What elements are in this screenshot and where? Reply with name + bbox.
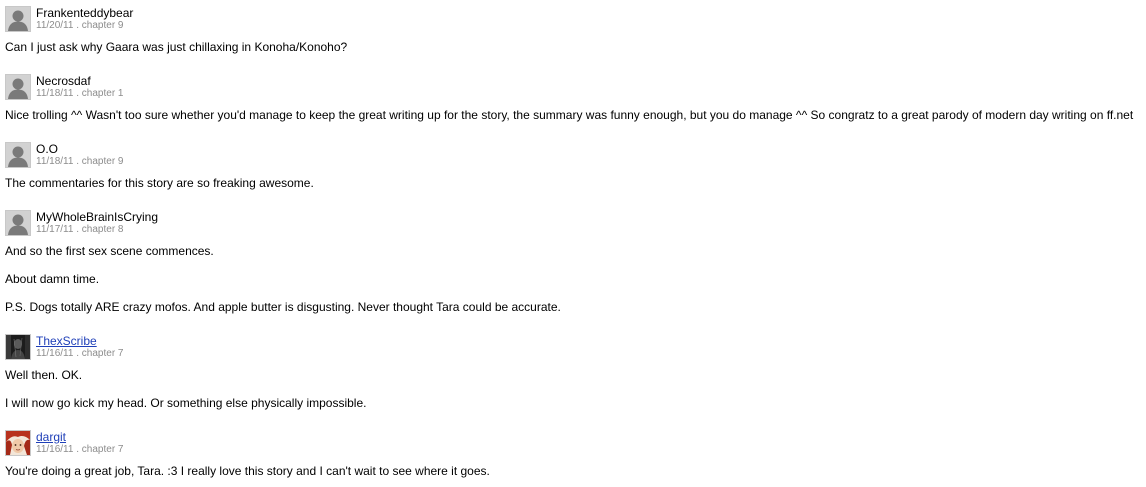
review-meta: 11/17/11 . chapter 8 xyxy=(36,224,124,236)
review-date: 11/16/11 xyxy=(36,348,74,359)
review-text: Well then. OK. xyxy=(5,368,83,382)
reviewer-link[interactable]: ThexScribe xyxy=(36,334,97,348)
review-item: MyWholeBrainIsCrying 11/17/11 . chapter … xyxy=(5,210,1141,314)
review-meta: 11/18/11 . chapter 1 xyxy=(36,88,124,100)
review-header: Frankenteddybear 11/20/11 . chapter 9 xyxy=(5,6,1141,40)
review-header: ThexScribe 11/16/11 . chapter 7 xyxy=(5,334,1141,368)
meta-separator: . xyxy=(76,20,80,31)
review-chapter: chapter 9 xyxy=(81,20,124,31)
review-header: dargit 11/16/11 . chapter 7 xyxy=(5,430,1141,464)
default-avatar-icon xyxy=(5,74,31,100)
meta-separator: . xyxy=(76,88,80,99)
meta-separator: . xyxy=(76,348,80,359)
reviewer-name: O.O xyxy=(36,142,59,156)
review-text: Can I just ask why Gaara was just chilla… xyxy=(5,40,348,54)
review-text: P.S. Dogs totally ARE crazy mofos. And a… xyxy=(5,300,561,314)
review-chapter: chapter 1 xyxy=(81,88,124,99)
review-item: Necrosdaf 11/18/11 . chapter 1 Nice trol… xyxy=(5,74,1141,122)
default-avatar-icon xyxy=(5,210,31,236)
review-chapter: chapter 7 xyxy=(81,444,124,455)
reviewer-name: Necrosdaf xyxy=(36,74,91,88)
reviewer-name: MyWholeBrainIsCrying xyxy=(36,210,159,224)
review-item: dargit 11/16/11 . chapter 7 You're doing… xyxy=(5,430,1141,478)
review-header: MyWholeBrainIsCrying 11/17/11 . chapter … xyxy=(5,210,1141,244)
review-text: You're doing a great job, Tara. :3 I rea… xyxy=(5,464,490,478)
default-avatar-icon xyxy=(5,6,31,32)
review-chapter: chapter 8 xyxy=(81,224,124,235)
review-meta: 11/18/11 . chapter 9 xyxy=(36,156,124,168)
review-meta: 11/16/11 . chapter 7 xyxy=(36,444,124,456)
default-avatar-icon xyxy=(5,142,31,168)
review-item: Frankenteddybear 11/20/11 . chapter 9 Ca… xyxy=(5,6,1141,54)
review-item: ThexScribe 11/16/11 . chapter 7 Well the… xyxy=(5,334,1141,410)
review-header: Necrosdaf 11/18/11 . chapter 1 xyxy=(5,74,1141,108)
review-date: 11/17/11 xyxy=(36,224,74,235)
review-date: 11/16/11 xyxy=(36,444,74,455)
reviewer-link[interactable]: dargit xyxy=(36,430,66,444)
reviewer-name: Frankenteddybear xyxy=(36,6,134,20)
red-hair-character-avatar-icon xyxy=(5,430,31,456)
meta-separator: . xyxy=(76,444,80,455)
review-chapter: chapter 9 xyxy=(81,156,124,167)
review-text: The commentaries for this story are so f… xyxy=(5,176,314,190)
review-date: 11/18/11 xyxy=(36,156,74,167)
review-date: 11/20/11 xyxy=(36,20,74,31)
review-text: And so the first sex scene commences. xyxy=(5,244,214,258)
review-chapter: chapter 7 xyxy=(81,348,124,359)
review-meta: 11/20/11 . chapter 9 xyxy=(36,20,124,32)
review-text: Nice trolling ^^ Wasn't too sure whether… xyxy=(5,108,1134,122)
review-date: 11/18/11 xyxy=(36,88,74,99)
review-header: O.O 11/18/11 . chapter 9 xyxy=(5,142,1141,176)
meta-separator: . xyxy=(76,224,80,235)
dark-figure-avatar-icon xyxy=(5,334,31,360)
review-item: O.O 11/18/11 . chapter 9 The commentarie… xyxy=(5,142,1141,190)
review-meta: 11/16/11 . chapter 7 xyxy=(36,348,124,360)
review-text: I will now go kick my head. Or something… xyxy=(5,396,367,410)
meta-separator: . xyxy=(76,156,80,167)
review-text: About damn time. xyxy=(5,272,100,286)
